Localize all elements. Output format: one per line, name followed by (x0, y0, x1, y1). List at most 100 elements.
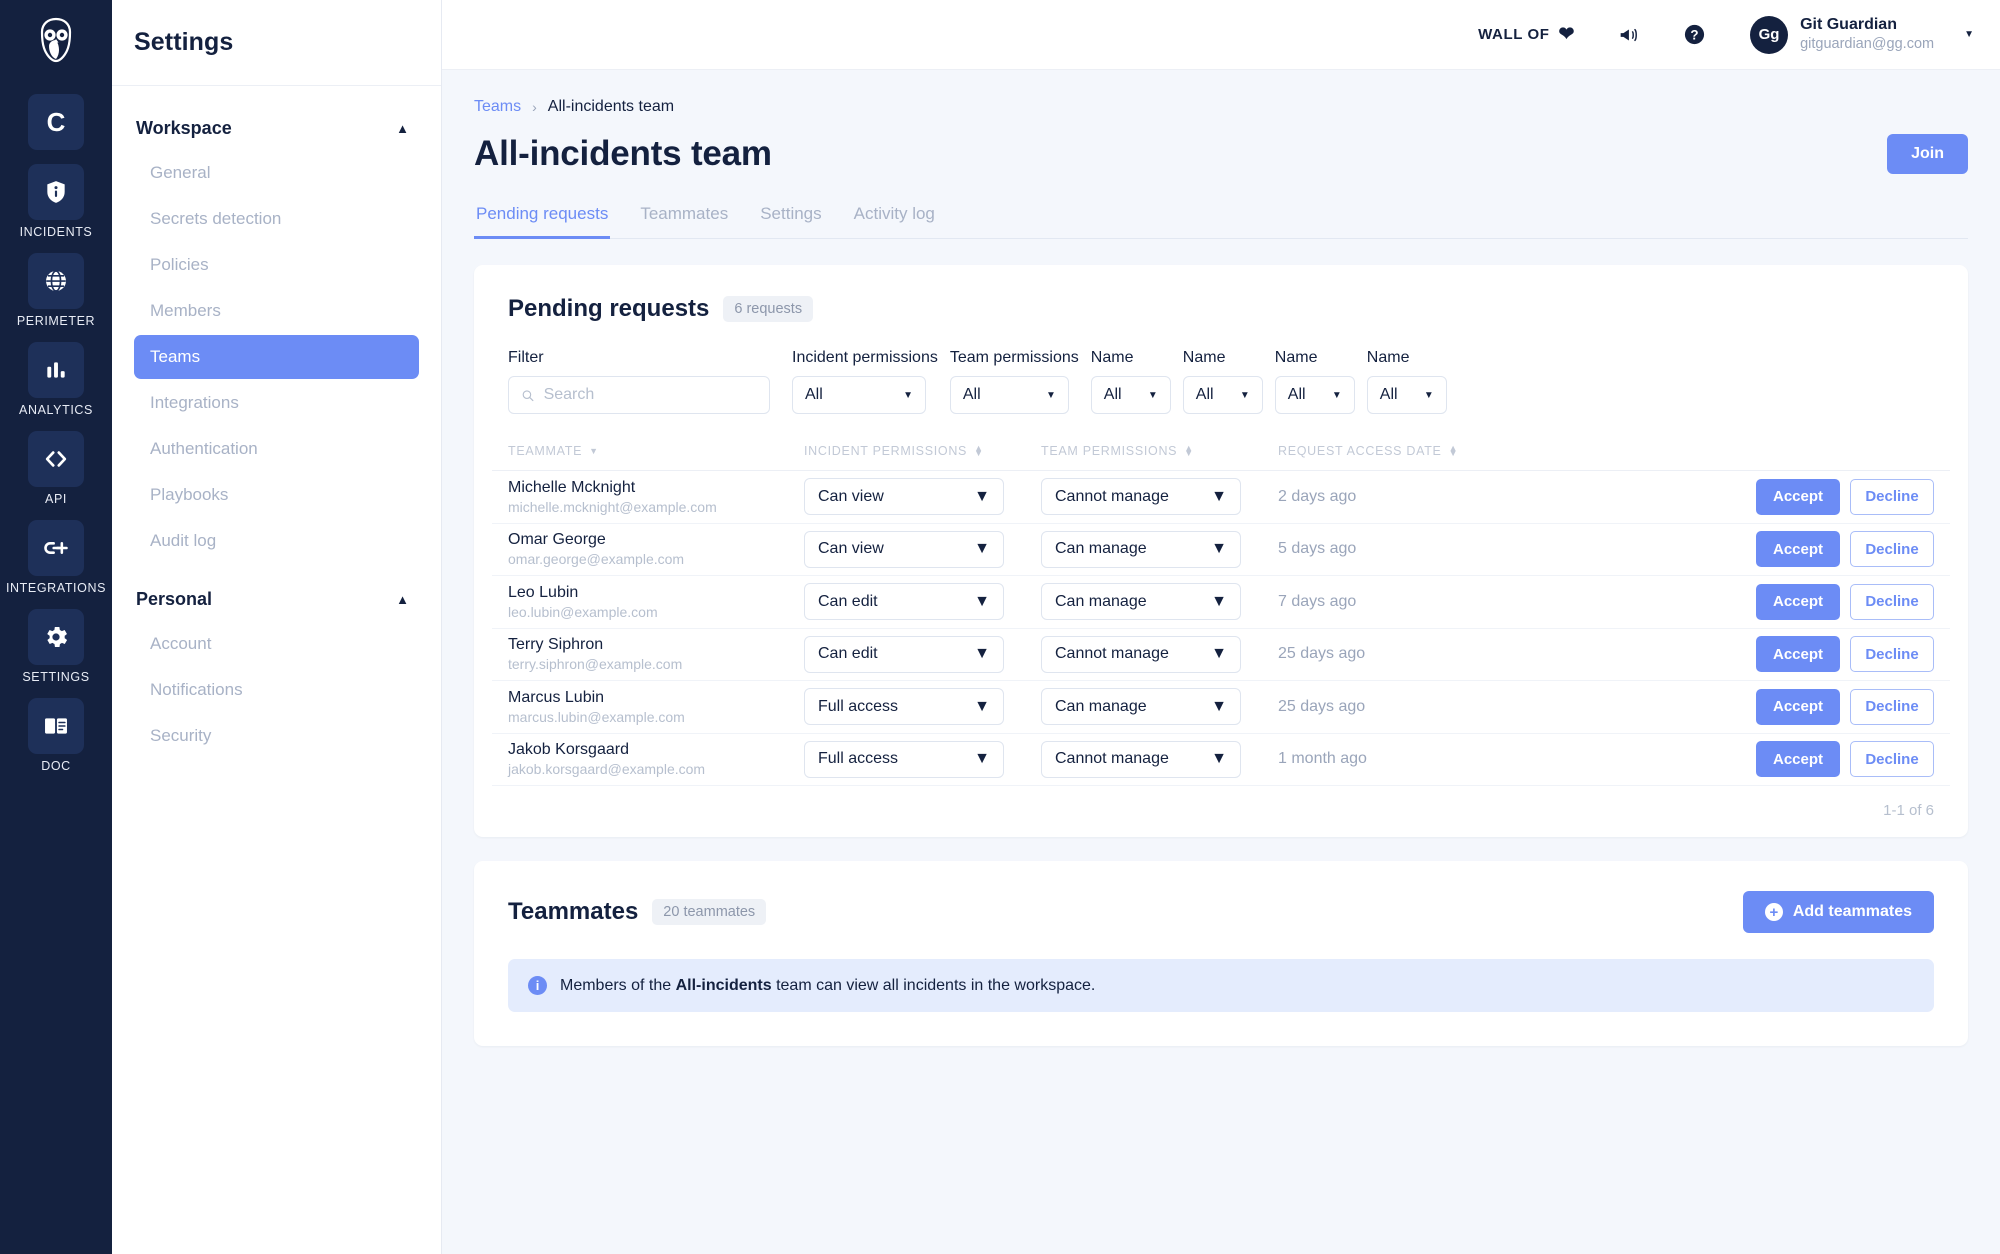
teammate-email: omar.george@example.com (508, 551, 685, 568)
megaphone-icon[interactable] (1617, 24, 1639, 46)
filter-name-4-select[interactable]: All ▼ (1366, 376, 1447, 414)
nav-group-workspace-header[interactable]: Workspace ▲ (134, 112, 419, 145)
teammate-name: Omar George (508, 531, 606, 549)
tab-settings[interactable]: Settings (758, 198, 823, 239)
decline-button[interactable]: Decline (1850, 636, 1934, 673)
decline-button[interactable]: Decline (1850, 741, 1934, 778)
sidebar-item-security[interactable]: Security (134, 714, 419, 758)
filter-name-1-value: All (1103, 386, 1122, 403)
column-header-teammate[interactable]: TEAMMATE ▼ (508, 444, 804, 458)
user-menu[interactable]: Git Guardian gitguardian@gg.com (1800, 15, 1934, 53)
search-input[interactable] (543, 386, 757, 404)
owl-logo-icon[interactable] (28, 14, 84, 70)
incident-permission-select[interactable]: Can view ▼ (804, 478, 1004, 516)
incident-permission-cell: Can edit ▼ (804, 583, 1041, 621)
team-permission-select[interactable]: Cannot manage ▼ (1041, 635, 1241, 673)
decline-button[interactable]: Decline (1850, 583, 1934, 620)
decline-button[interactable]: Decline (1850, 478, 1934, 515)
team-permission-value: Cannot manage (1055, 645, 1169, 663)
gear-icon (28, 609, 84, 665)
sidebar-item-audit-log[interactable]: Audit log (134, 519, 419, 563)
sidebar-item-teams[interactable]: Teams (134, 335, 419, 379)
heart-icon: ❤ (1558, 24, 1576, 45)
sidebar-item-notifications[interactable]: Notifications (134, 668, 419, 712)
rail-item-doc[interactable]: DOC (28, 698, 84, 773)
filter-name-3-select[interactable]: All ▼ (1274, 376, 1355, 414)
breadcrumb-separator: › (532, 99, 537, 115)
sidebar-item-members[interactable]: Members (134, 289, 419, 333)
filter-team-permissions-select[interactable]: All ▼ (949, 376, 1069, 414)
accept-button[interactable]: Accept (1756, 636, 1840, 673)
column-header-request-access-date-label: REQUEST ACCESS DATE (1278, 444, 1442, 458)
rail-item-integrations[interactable]: INTEGRATIONS (6, 520, 106, 595)
chevron-down-icon: ▼ (1211, 697, 1227, 715)
notice-prefix: Members of the (560, 976, 676, 994)
filter-caret-icon: ▼ (589, 446, 599, 456)
incident-permission-select[interactable]: Can edit ▼ (804, 635, 1004, 673)
sidebar-item-general[interactable]: General (134, 151, 419, 195)
accept-button[interactable]: Accept (1756, 741, 1840, 778)
decline-button[interactable]: Decline (1850, 531, 1934, 568)
incident-permission-select[interactable]: Can view ▼ (804, 530, 1004, 568)
wall-of-love-button[interactable]: WALL OF ❤ (1478, 25, 1575, 44)
rail-item-analytics[interactable]: ANALYTICS (19, 342, 93, 417)
rail-item-perimeter[interactable]: PERIMETER (17, 253, 95, 328)
sidebar-item-secrets-detection[interactable]: Secrets detection (134, 197, 419, 241)
accept-button[interactable]: Accept (1756, 478, 1840, 515)
team-permission-select[interactable]: Cannot manage ▼ (1041, 740, 1241, 778)
column-header-request-access-date[interactable]: REQUEST ACCESS DATE ▲ ▼ (1278, 444, 1506, 458)
tab-pending-requests[interactable]: Pending requests (474, 198, 611, 239)
team-permission-cell: Cannot manage ▼ (1041, 740, 1278, 778)
incident-permission-select[interactable]: Full access ▼ (804, 740, 1004, 778)
sidebar-item-account[interactable]: Account (134, 622, 419, 666)
rail-item-settings[interactable]: SETTINGS (22, 609, 89, 684)
help-circle-icon[interactable]: ? (1683, 23, 1706, 46)
filter-name-1-group: Name All ▼ (1090, 349, 1171, 414)
user-name: Git Guardian (1800, 16, 1897, 34)
incident-permission-select[interactable]: Full access ▼ (804, 688, 1004, 726)
chevron-down-icon[interactable]: ▼ (1964, 29, 1974, 40)
sidebar-item-playbooks[interactable]: Playbooks (134, 473, 419, 517)
team-permission-select[interactable]: Can manage ▼ (1041, 583, 1241, 621)
column-header-incident-permissions[interactable]: INCIDENT PERMISSIONS ▲ ▼ (804, 444, 1041, 458)
tab-activity-log[interactable]: Activity log (852, 198, 937, 239)
tab-teammates[interactable]: Teammates (638, 198, 730, 239)
team-permission-select[interactable]: Can manage ▼ (1041, 688, 1241, 726)
svg-text:?: ? (1690, 27, 1698, 42)
filter-name-1-select[interactable]: All ▼ (1090, 376, 1171, 414)
chevron-down-icon: ▼ (974, 592, 990, 610)
accept-button[interactable]: Accept (1756, 688, 1840, 725)
filter-name-2-select[interactable]: All ▼ (1182, 376, 1263, 414)
search-box[interactable] (508, 376, 770, 414)
chevron-down-icon: ▼ (1211, 750, 1227, 768)
add-teammates-button[interactable]: + Add teammates (1742, 891, 1934, 933)
decline-button[interactable]: Decline (1850, 688, 1934, 725)
code-brackets-icon (28, 431, 84, 487)
join-button[interactable]: Join (1887, 134, 1968, 174)
rail-item-incidents[interactable]: INCIDENTS (20, 164, 93, 239)
workspace-avatar-tile: C (28, 94, 84, 150)
incident-permission-select[interactable]: Can edit ▼ (804, 583, 1004, 621)
teammates-notice-text: Members of the All-incidents team can vi… (560, 977, 1095, 995)
accept-button[interactable]: Accept (1756, 531, 1840, 568)
rail-item-api[interactable]: API (28, 431, 84, 506)
rail-item-workspace[interactable]: C (28, 94, 84, 150)
team-permission-select[interactable]: Cannot manage ▼ (1041, 478, 1241, 516)
team-permission-select[interactable]: Can manage ▼ (1041, 530, 1241, 568)
breadcrumb-teams-link[interactable]: Teams (474, 98, 521, 116)
sidebar-item-policies[interactable]: Policies (134, 243, 419, 287)
chevron-down-icon: ▼ (1211, 487, 1227, 505)
team-permission-value: Can manage (1055, 540, 1147, 558)
nav-group-personal-header[interactable]: Personal ▲ (134, 583, 419, 616)
link-plus-icon (28, 520, 84, 576)
column-header-team-permissions[interactable]: TEAM PERMISSIONS ▲ ▼ (1041, 444, 1278, 458)
row-actions: Accept Decline (1506, 741, 1934, 778)
filter-incident-permissions-select[interactable]: All ▼ (792, 376, 926, 414)
teammate-email: leo.lubin@example.com (508, 603, 658, 620)
incident-permission-cell: Full access ▼ (804, 740, 1041, 778)
sidebar-item-authentication[interactable]: Authentication (134, 427, 419, 471)
table-row: Leo Lubin leo.lubin@example.com Can edit ▼ C… (492, 576, 1950, 629)
sidebar-item-integrations[interactable]: Integrations (134, 381, 419, 425)
avatar[interactable]: Gg (1750, 15, 1789, 54)
accept-button[interactable]: Accept (1756, 583, 1840, 620)
